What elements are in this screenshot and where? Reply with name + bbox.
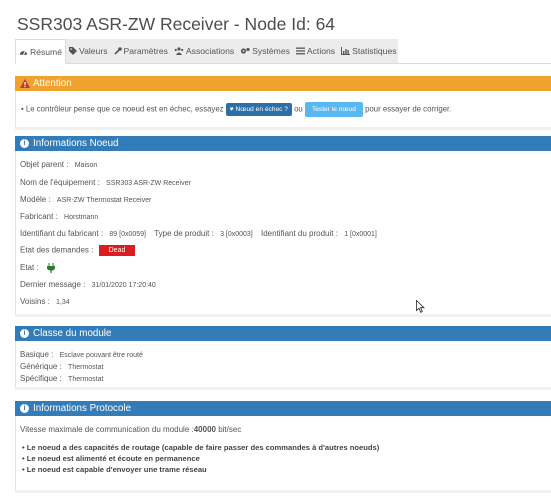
- product-id-label: Identifiant du produit :: [261, 229, 338, 238]
- divider: [15, 127, 551, 130]
- info-icon: i: [20, 329, 29, 338]
- basic-label: Basique :: [20, 350, 54, 359]
- warning-icon: [20, 79, 30, 88]
- tab-bar: Résumé Valeurs Paramètres Associations S…: [15, 39, 551, 64]
- test-node-button[interactable]: Tester le nœud: [304, 102, 363, 117]
- tab-label: Actions: [306, 46, 336, 56]
- neighbors-label: Voisins :: [20, 297, 50, 306]
- requests-label: Etat des demandes :: [20, 245, 94, 255]
- tab-resume[interactable]: Résumé: [15, 39, 66, 64]
- speed-unit: bit/sec: [218, 425, 242, 434]
- manufacturer-label: Fabricant :: [20, 212, 58, 221]
- state-label: Etat :: [20, 263, 39, 273]
- generic-value: Thermostat: [68, 364, 104, 371]
- basic-value: Esclave pouvant être routé: [59, 352, 143, 359]
- product-id-value: 1 [0x0001]: [344, 231, 377, 238]
- tab-label: Paramètres: [123, 46, 168, 56]
- node-info-title: Informations Noeud: [33, 138, 119, 149]
- manufacturer-value: Horstmann: [64, 214, 99, 221]
- specific-label: Spécifique :: [20, 374, 62, 383]
- model-label: Modèle :: [20, 195, 51, 204]
- attention-message: Le contrôleur pense que ce noeud est en …: [25, 104, 224, 114]
- manufacturer-id-label: Identifiant du fabricant :: [20, 229, 104, 238]
- node-failed-button[interactable]: ♥ Nœud en échec ?: [225, 103, 292, 116]
- speed-value: 40000: [193, 425, 216, 434]
- equipment-value: SSR303 ASR-ZW Receiver: [106, 180, 191, 187]
- tab-label: Associations: [185, 46, 235, 56]
- feature-text: Le noeud est alimenté et écoute en perma…: [26, 454, 200, 463]
- cogs-icon: [241, 47, 250, 54]
- tag-icon: [69, 47, 77, 55]
- model-value: ASR-ZW Thermostat Receiver: [56, 197, 152, 204]
- dashboard-icon: [19, 50, 28, 55]
- product-type-label: Type de produit :: [154, 229, 214, 238]
- plug-icon: [46, 263, 55, 273]
- users-icon: [174, 47, 184, 55]
- dead-status-badge: Dead: [98, 245, 136, 256]
- node-info-header: i Informations Noeud: [15, 136, 551, 151]
- module-class-body: Basique : Esclave pouvant être routé Gén…: [15, 341, 551, 387]
- tab-parametres[interactable]: Paramètres: [111, 39, 171, 63]
- parent-value: Maison: [74, 162, 98, 169]
- tab-statistiques[interactable]: Statistiques: [338, 39, 399, 63]
- protocol-header: i Informations Protocole: [15, 401, 551, 416]
- list-item: • Le noeud a des capacités de routage (c…: [22, 443, 380, 452]
- divider: [15, 314, 551, 317]
- tab-label: Systèmes: [252, 46, 290, 56]
- neighbors-value: 1,34: [56, 299, 70, 306]
- page-title: SSR303 ASR-ZW Receiver - Node Id: 64: [17, 14, 336, 34]
- module-class-header: i Classe du module: [15, 326, 551, 341]
- mouse-cursor-icon: [416, 300, 425, 313]
- attention-suffix: pour essayer de corriger.: [365, 104, 452, 114]
- bullet-dot: •: [21, 104, 24, 114]
- attention-header: Attention: [15, 76, 551, 91]
- bar-chart-icon: [341, 47, 351, 55]
- generic-label: Générique :: [20, 362, 62, 371]
- protocol-title: Informations Protocole: [33, 403, 132, 414]
- tab-label: Résumé: [30, 46, 62, 57]
- feature-text: Le noeud est capable d'envoyer une trame…: [26, 465, 207, 474]
- node-info-body: Objet parent : Maison Nom de l'équipemen…: [15, 151, 551, 314]
- list-item: • Le noeud est alimenté et écoute en per…: [22, 454, 200, 463]
- specific-value: Thermostat: [68, 376, 104, 383]
- tab-label: Valeurs: [79, 46, 108, 56]
- list-item: • Le noeud est capable d'envoyer une tra…: [22, 465, 207, 474]
- info-icon: i: [20, 139, 29, 148]
- divider: [15, 387, 551, 390]
- last-message-label: Dernier message :: [20, 280, 86, 289]
- speed-prefix: Vitesse maximale de communication du mod…: [20, 425, 194, 434]
- tab-associations[interactable]: Associations: [171, 39, 237, 63]
- attention-title: Attention: [33, 78, 72, 89]
- tab-systemes[interactable]: Systèmes: [237, 39, 293, 63]
- info-icon: i: [20, 404, 29, 413]
- attention-or: ou: [294, 104, 303, 114]
- module-class-title: Classe du module: [33, 328, 112, 339]
- parent-label: Objet parent :: [20, 160, 69, 169]
- feature-text: Le noeud a des capacités de routage (cap…: [26, 443, 380, 452]
- manufacturer-id-value: 89 [0x0059]: [109, 231, 146, 238]
- last-message-value: 31/01/2020 17:20:40: [91, 282, 156, 289]
- tab-valeurs[interactable]: Valeurs: [66, 39, 111, 63]
- equipment-label: Nom de l'équipement :: [20, 178, 100, 187]
- tab-actions[interactable]: Actions: [293, 39, 338, 63]
- attention-body: • Le contrôleur pense que ce noeud est e…: [15, 91, 551, 127]
- node-failed-label: Nœud en échec ?: [235, 106, 288, 113]
- product-type-value: 3 [0x0003]: [220, 231, 253, 238]
- wrench-icon: [113, 47, 122, 55]
- protocol-body: Vitesse maximale de communication du mod…: [15, 416, 551, 490]
- divider: [15, 490, 551, 493]
- tab-label: Statistiques: [352, 46, 397, 56]
- heart-icon: ♥: [229, 106, 234, 113]
- list-icon: [295, 47, 305, 55]
